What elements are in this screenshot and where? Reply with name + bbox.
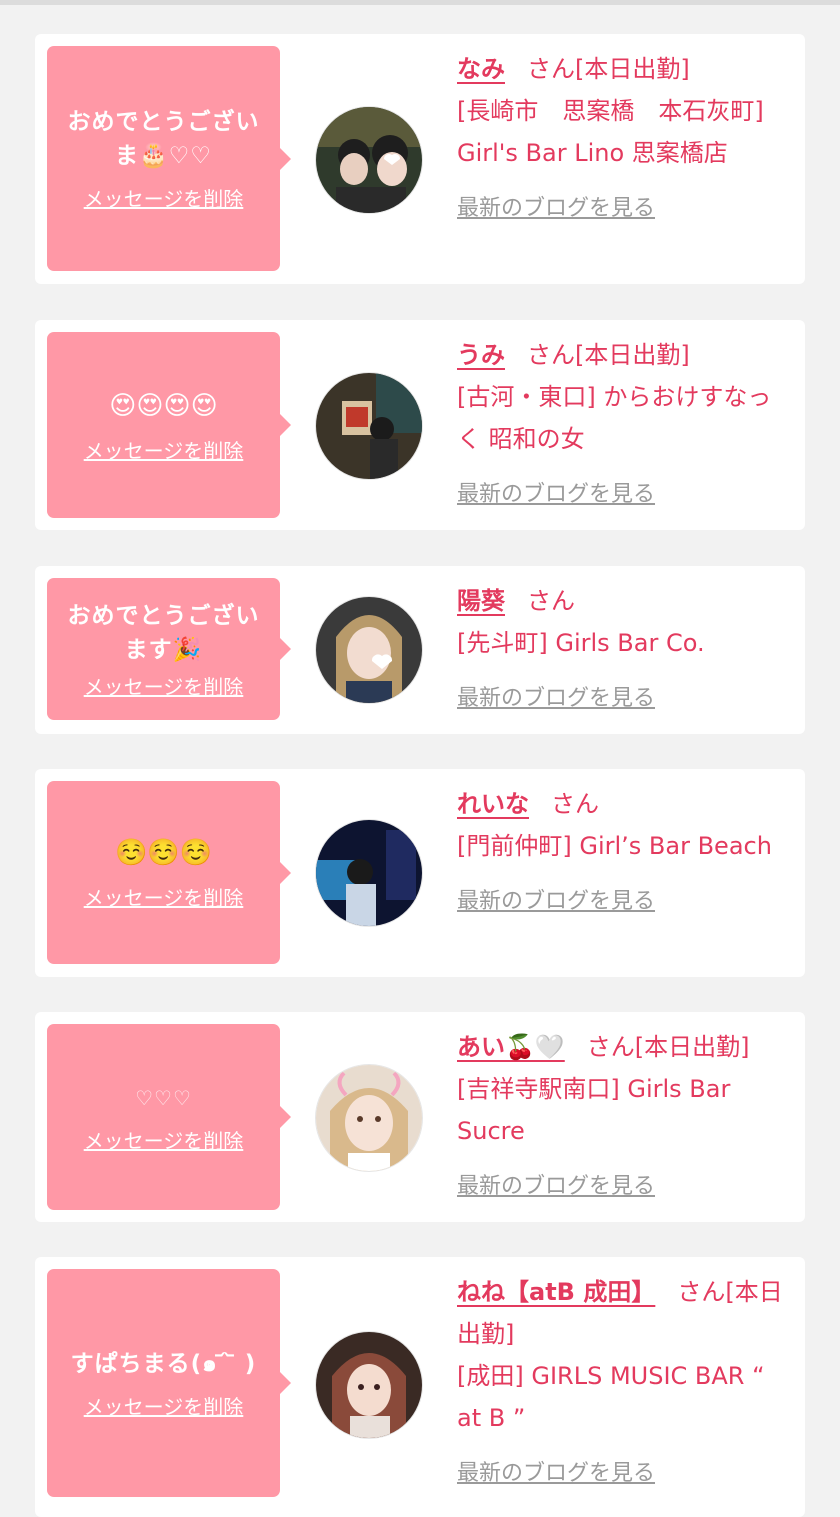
cast-info: あい🍒🤍 さん[本日出勤] [吉祥寺駅南口] Girls Bar Sucre 最新… <box>457 1026 791 1208</box>
status-label: [本日出勤] <box>634 1033 750 1061</box>
message-text: おめでとうございま🎂♡♡ <box>67 109 260 169</box>
latest-blog-link[interactable]: 最新のブログを見る <box>457 188 791 230</box>
honorific: さん <box>551 790 599 818</box>
message-bubble: 😍😍😍😍 メッセージを削除 <box>47 332 291 518</box>
delete-message-link[interactable]: メッセージを削除 <box>84 1391 244 1420</box>
message-card: おめでとうございま🎂♡♡ メッセージを削除 なみ さん[本日出勤] [長崎市 思案… <box>35 34 805 284</box>
message-bubble: おめでとうございま🎂♡♡ メッセージを削除 <box>47 46 291 271</box>
honorific: さん <box>677 1278 726 1306</box>
latest-blog-link[interactable]: 最新のブログを見る <box>457 1453 791 1495</box>
latest-blog-link[interactable]: 最新のブログを見る <box>457 474 791 516</box>
shop-name: [吉祥寺駅南口] Girls Bar Sucre <box>457 1075 731 1145</box>
cast-info: なみ さん[本日出勤] [長崎市 思案橋 本石灰町] Girl's Bar Lin… <box>457 48 791 230</box>
cast-info: ねね【atB 成田】 さん[本日出勤] [成田] GIRLS MUSIC BAR … <box>457 1271 791 1495</box>
message-text: ☺️☺️☺️ <box>114 838 213 868</box>
shop-name: [成田] GIRLS MUSIC BAR “ at B ” <box>457 1362 765 1432</box>
avatar[interactable] <box>315 106 423 214</box>
shop-name: [門前仲町] Girl’s Bar Beach <box>457 832 772 860</box>
cast-name-link[interactable]: 陽葵 <box>457 587 505 615</box>
honorific: さん <box>527 587 575 615</box>
delete-message-link[interactable]: メッセージを削除 <box>84 435 244 464</box>
status-label: [本日出勤] <box>575 55 690 83</box>
message-card: おめでとうございます🎉 メッセージを削除 陽葵 さん [先斗町] Girls Ba… <box>35 566 805 734</box>
delete-message-link[interactable]: メッセージを削除 <box>84 1125 244 1154</box>
top-edge <box>0 0 840 5</box>
message-card: すぱちまる(๑ ᷄ ᷅ ) メッセージを削除 ねね【atB 成田】 さん[本日出勤… <box>35 1257 805 1517</box>
avatar[interactable] <box>315 372 423 480</box>
message-bubble: ♡♡♡ メッセージを削除 <box>47 1024 291 1210</box>
cast-info: れいな さん [門前仲町] Girl’s Bar Beach 最新のブログを見る <box>457 783 791 923</box>
message-text: すぱちまる(๑ ᷄ ᷅ ) <box>70 1350 257 1377</box>
shop-name: [長崎市 思案橋 本石灰町] Girl's Bar Lino 思案橋店 <box>457 97 764 167</box>
latest-blog-link[interactable]: 最新のブログを見る <box>457 1166 791 1208</box>
latest-blog-link[interactable]: 最新のブログを見る <box>457 881 791 923</box>
message-card: ♡♡♡ メッセージを削除 あい🍒🤍 さん[本日出勤] [吉祥寺駅南口] Girls… <box>35 1012 805 1222</box>
avatar[interactable] <box>315 1064 423 1172</box>
message-text: 😍😍😍😍 <box>109 390 218 421</box>
avatar[interactable] <box>315 819 423 927</box>
honorific: さん <box>527 55 575 83</box>
cast-name-link[interactable]: うみ <box>457 341 505 369</box>
honorific: さん <box>586 1033 635 1061</box>
honorific: さん <box>527 341 575 369</box>
cast-info: 陽葵 さん [先斗町] Girls Bar Co. 最新のブログを見る <box>457 580 791 720</box>
cast-info: うみ さん[本日出勤] [古河・東口] からおけすなっく 昭和の女 最新のブログを… <box>457 334 791 516</box>
delete-message-link[interactable]: メッセージを削除 <box>84 183 244 212</box>
message-text: ♡♡♡ <box>135 1085 192 1110</box>
cast-name-link[interactable]: れいな <box>457 790 529 818</box>
message-card: 😍😍😍😍 メッセージを削除 うみ さん[本日出勤] [古河・東口] からおけすなっ… <box>35 320 805 530</box>
delete-message-link[interactable]: メッセージを削除 <box>84 671 244 700</box>
message-card: ☺️☺️☺️ メッセージを削除 れいな さん [門前仲町] Girl’s Bar … <box>35 769 805 977</box>
message-text: おめでとうございます🎉 <box>67 602 260 663</box>
message-bubble: ☺️☺️☺️ メッセージを削除 <box>47 781 291 964</box>
cast-name-link[interactable]: あい🍒🤍 <box>457 1033 565 1061</box>
message-bubble: すぱちまる(๑ ᷄ ᷅ ) メッセージを削除 <box>47 1269 291 1497</box>
cast-name-link[interactable]: なみ <box>457 55 505 83</box>
avatar[interactable] <box>315 596 423 704</box>
delete-message-link[interactable]: メッセージを削除 <box>84 882 244 911</box>
shop-name: [先斗町] Girls Bar Co. <box>457 629 705 657</box>
shop-name: [古河・東口] からおけすなっく 昭和の女 <box>457 383 772 453</box>
status-label: [本日出勤] <box>575 341 690 369</box>
avatar[interactable] <box>315 1331 423 1439</box>
cast-name-link[interactable]: ねね【atB 成田】 <box>457 1278 655 1306</box>
latest-blog-link[interactable]: 最新のブログを見る <box>457 678 791 720</box>
message-bubble: おめでとうございます🎉 メッセージを削除 <box>47 578 291 720</box>
